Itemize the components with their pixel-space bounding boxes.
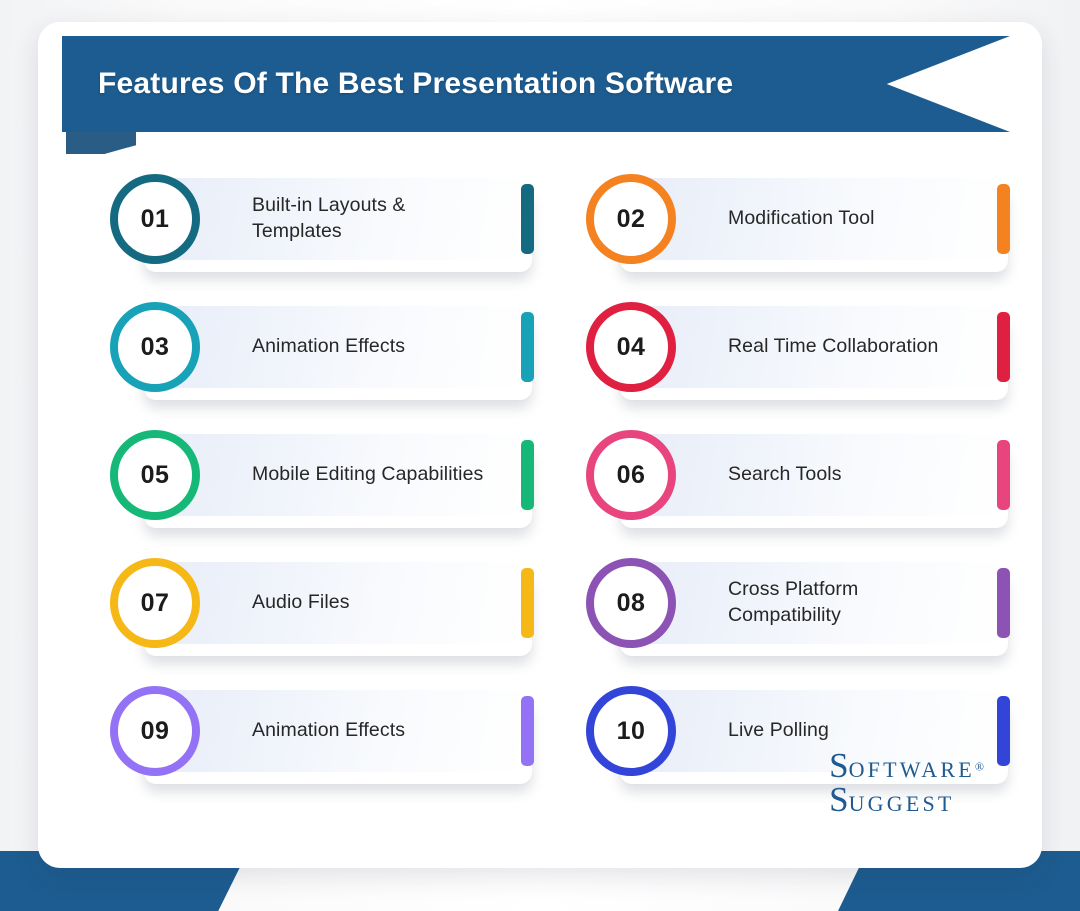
feature-number-circle: 03	[110, 302, 200, 392]
header-ribbon: Features Of The Best Presentation Softwa…	[62, 36, 1010, 154]
feature-accent-bar	[997, 312, 1010, 382]
feature-item: Animation Effects 03	[110, 302, 540, 400]
feature-label: Search Tools	[728, 463, 842, 486]
feature-item: Audio Files 07	[110, 558, 540, 656]
feature-number: 07	[140, 588, 170, 617]
feature-number: 08	[616, 588, 646, 617]
feature-label: Real Time Collaboration	[728, 335, 939, 358]
feature-number: 02	[616, 204, 646, 233]
ribbon-fold	[66, 132, 136, 154]
feature-item: Mobile Editing Capabilities 05	[110, 430, 540, 528]
feature-number-circle: 10	[586, 686, 676, 776]
feature-label: Animation Effects	[252, 335, 406, 358]
feature-accent-bar	[521, 312, 534, 382]
feature-item: Search Tools 06	[586, 430, 1016, 528]
page-title: Features Of The Best Presentation Softwa…	[98, 67, 734, 100]
registered-trademark-icon: ®	[974, 759, 984, 774]
feature-number-circle: 08	[586, 558, 676, 648]
logo-text-suggest: UGGEST	[848, 790, 955, 816]
feature-number: 01	[140, 204, 170, 233]
feature-number-circle: 05	[110, 430, 200, 520]
feature-item: Cross Platform Compatibility 08	[586, 558, 1016, 656]
feature-number: 03	[140, 332, 170, 361]
feature-item: Built-in Layouts & Templates 01	[110, 174, 540, 272]
feature-item: Modification Tool 02	[586, 174, 1016, 272]
feature-accent-bar	[997, 184, 1010, 254]
feature-label: Animation Effects	[252, 719, 406, 742]
logo-s-software: S	[829, 745, 849, 785]
feature-number: 05	[140, 460, 170, 489]
infographic-card: Features Of The Best Presentation Softwa…	[38, 22, 1042, 868]
feature-number: 06	[616, 460, 646, 489]
feature-number-circle: 01	[110, 174, 200, 264]
ribbon-banner: Features Of The Best Presentation Softwa…	[62, 36, 1010, 132]
feature-item: Real Time Collaboration 04	[586, 302, 1016, 400]
feature-number: 04	[616, 332, 646, 361]
feature-accent-bar	[521, 568, 534, 638]
feature-number-circle: 02	[586, 174, 676, 264]
feature-accent-bar	[521, 184, 534, 254]
logo-line-one: SOFTWARE®	[829, 748, 984, 783]
feature-number: 09	[140, 716, 170, 745]
feature-number-circle: 07	[110, 558, 200, 648]
feature-number-circle: 09	[110, 686, 200, 776]
feature-label: Modification Tool	[728, 207, 875, 230]
features-grid: Built-in Layouts & Templates 01 Modificati…	[110, 174, 1016, 784]
feature-number: 10	[616, 716, 646, 745]
feature-accent-bar	[997, 568, 1010, 638]
logo-line-two: SUGGEST	[829, 782, 984, 817]
feature-accent-bar	[997, 440, 1010, 510]
feature-accent-bar	[521, 696, 534, 766]
feature-label: Built-in Layouts & Templates	[252, 194, 406, 242]
feature-label: Cross Platform Compatibility	[728, 578, 859, 626]
feature-number-circle: 04	[586, 302, 676, 392]
feature-number-circle: 06	[586, 430, 676, 520]
feature-item: Animation Effects 09	[110, 686, 540, 784]
feature-accent-bar	[997, 696, 1010, 766]
feature-label: Live Polling	[728, 719, 829, 742]
feature-accent-bar	[521, 440, 534, 510]
feature-label: Audio Files	[252, 591, 350, 614]
brand-logo: SOFTWARE® SUGGEST	[829, 748, 984, 817]
feature-label: Mobile Editing Capabilities	[252, 463, 484, 486]
logo-s-suggest: S	[829, 779, 849, 819]
logo-text-software: OFTWARE	[848, 756, 975, 782]
